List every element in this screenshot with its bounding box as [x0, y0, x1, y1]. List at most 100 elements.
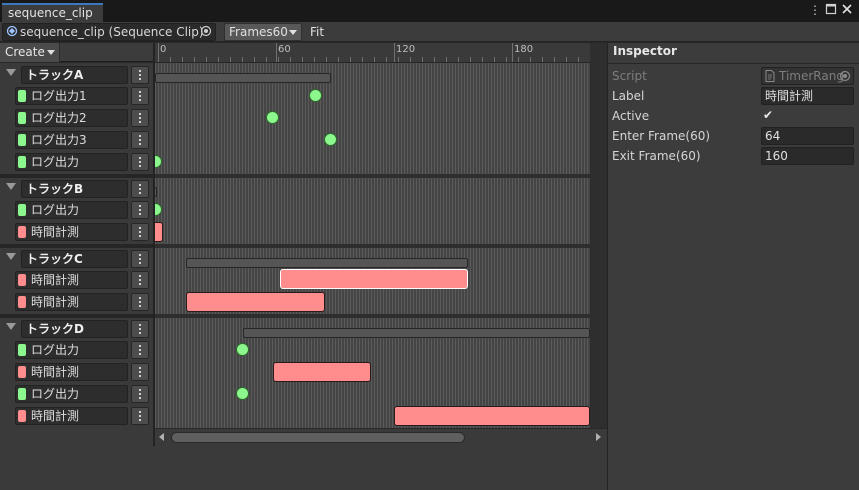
event-row[interactable]: 時間計測	[0, 405, 153, 427]
track-range-bar[interactable]	[186, 258, 468, 268]
timer-event-block[interactable]	[273, 362, 371, 382]
event-label[interactable]: 時間計測	[15, 363, 128, 381]
ruler-tick-label: 0	[160, 44, 167, 55]
event-row[interactable]: ログ出力	[0, 199, 153, 221]
log-event-marker[interactable]	[266, 111, 279, 124]
timer-event-block[interactable]	[155, 222, 163, 242]
event-menu-button[interactable]	[131, 131, 149, 149]
foldout-arrow-icon[interactable]	[6, 69, 16, 76]
ruler-tick-label: 180	[514, 44, 534, 55]
maximize-icon[interactable]	[824, 3, 838, 17]
timeline-area[interactable]	[155, 63, 590, 428]
event-label[interactable]: ログ出力1	[15, 87, 128, 105]
track-menu-button[interactable]	[131, 250, 149, 268]
event-menu-button[interactable]	[131, 223, 149, 241]
window-tab[interactable]: sequence_clip	[2, 3, 103, 22]
event-menu-button[interactable]	[131, 341, 149, 359]
event-menu-button[interactable]	[131, 385, 149, 403]
ruler-tick-minor	[578, 57, 579, 62]
event-label[interactable]: 時間計測	[15, 271, 128, 289]
foldout-arrow-icon[interactable]	[6, 323, 16, 330]
track-name[interactable]: トラックB	[21, 180, 128, 198]
ruler-tick-minor	[338, 57, 339, 62]
frame-rate-dropdown[interactable]: Frames60	[224, 23, 302, 41]
event-label[interactable]: ログ出力	[15, 153, 128, 171]
event-label[interactable]: 時間計測	[15, 407, 128, 425]
event-menu-button[interactable]	[131, 153, 149, 171]
event-row[interactable]: ログ出力1	[0, 85, 153, 107]
track-header-c[interactable]: トラックC	[0, 248, 153, 270]
event-row[interactable]: ログ出力3	[0, 129, 153, 151]
event-row[interactable]: ログ出力	[0, 339, 153, 361]
scrollbar-thumb[interactable]	[171, 432, 465, 443]
event-menu-button[interactable]	[131, 87, 149, 105]
foldout-arrow-icon[interactable]	[6, 253, 16, 260]
event-menu-button[interactable]	[131, 109, 149, 127]
horizontal-scrollbar[interactable]	[155, 429, 607, 446]
asset-object-field[interactable]: sequence_clip (Sequence Clip)	[2, 23, 216, 41]
event-label[interactable]: 時間計測	[15, 223, 128, 241]
track-menu-button[interactable]	[131, 180, 149, 198]
track-list-header: Create	[0, 43, 153, 62]
scroll-right-arrow-icon[interactable]	[596, 433, 601, 441]
ruler-tick-minor	[554, 57, 555, 62]
event-label[interactable]: ログ出力	[15, 385, 128, 403]
object-picker-icon[interactable]	[200, 25, 212, 40]
exit-frame-field[interactable]: 160	[761, 147, 854, 165]
fit-button[interactable]: Fit	[305, 23, 331, 41]
event-menu-button[interactable]	[131, 201, 149, 219]
track-header-a[interactable]: トラックA	[0, 64, 153, 86]
log-event-marker[interactable]	[155, 155, 162, 168]
timer-event-block[interactable]	[186, 292, 325, 312]
event-menu-button[interactable]	[131, 271, 149, 289]
event-label[interactable]: 時間計測	[15, 293, 128, 311]
log-event-marker[interactable]	[236, 343, 249, 356]
active-checkbox[interactable]: ✔	[761, 108, 775, 123]
timer-event-swatch	[18, 274, 26, 286]
log-event-marker[interactable]	[309, 89, 322, 102]
window-tab-bar: sequence_clip ⋮	[0, 0, 859, 22]
kebab-menu-icon[interactable]: ⋮	[808, 3, 822, 17]
event-row[interactable]: ログ出力	[0, 151, 153, 173]
event-label[interactable]: ログ出力	[15, 201, 128, 219]
track-header-b[interactable]: トラックB	[0, 178, 153, 200]
event-row[interactable]: 時間計測	[0, 361, 153, 383]
create-button[interactable]: Create	[0, 43, 60, 62]
sequence-clip-icon	[6, 25, 18, 40]
event-menu-button[interactable]	[131, 293, 149, 311]
track-name[interactable]: トラックC	[21, 250, 128, 268]
event-label[interactable]: ログ出力2	[15, 109, 128, 127]
event-menu-button[interactable]	[131, 363, 149, 381]
timer-event-block-selected[interactable]	[280, 269, 468, 289]
label-property-label: Label	[612, 89, 645, 103]
track-menu-button[interactable]	[131, 66, 149, 84]
event-menu-button[interactable]	[131, 407, 149, 425]
log-event-marker[interactable]	[236, 387, 249, 400]
event-row[interactable]: 時間計測	[0, 221, 153, 243]
track-range-bar[interactable]	[155, 187, 157, 197]
track-name[interactable]: トラックD	[21, 320, 128, 338]
track-menu-button[interactable]	[131, 320, 149, 338]
log-event-marker[interactable]	[155, 203, 162, 216]
frame-ruler[interactable]: 0 60 120 180	[155, 43, 590, 63]
timer-event-block[interactable]	[394, 406, 590, 426]
event-label[interactable]: ログ出力	[15, 341, 128, 359]
event-row[interactable]: 時間計測	[0, 291, 153, 313]
log-event-marker[interactable]	[324, 133, 337, 146]
track-name[interactable]: トラックA	[21, 66, 128, 84]
event-row[interactable]: ログ出力2	[0, 107, 153, 129]
track-header-d[interactable]: トラックD	[0, 318, 153, 340]
track-range-bar[interactable]	[243, 328, 590, 338]
label-property-field[interactable]: 時間計測	[761, 87, 854, 105]
chevron-down-icon	[47, 50, 55, 55]
ruler-tick-minor	[326, 57, 327, 62]
event-row[interactable]: 時間計測	[0, 269, 153, 291]
foldout-arrow-icon[interactable]	[6, 183, 16, 190]
close-icon[interactable]	[840, 3, 854, 17]
event-label[interactable]: ログ出力3	[15, 131, 128, 149]
log-event-swatch	[18, 112, 26, 124]
track-range-bar[interactable]	[155, 73, 331, 83]
event-row[interactable]: ログ出力	[0, 383, 153, 405]
scroll-left-arrow-icon[interactable]	[159, 433, 164, 441]
enter-frame-field[interactable]: 64	[761, 127, 854, 145]
